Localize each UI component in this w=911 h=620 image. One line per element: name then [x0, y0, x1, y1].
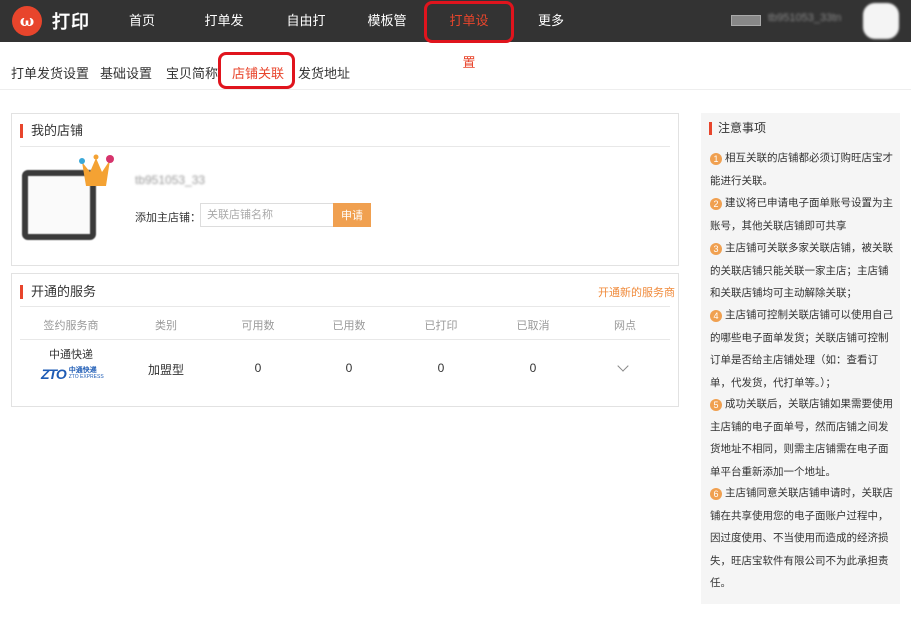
cancelled-count: 0 — [529, 361, 537, 375]
shop-name-input[interactable] — [200, 203, 334, 227]
zto-logo-mark: ZTO — [41, 366, 67, 382]
col-cancelled: 已取消 — [516, 320, 550, 332]
user-name[interactable]: tb951053_33tn — [768, 12, 841, 24]
col-provider: 签约服务商 — [43, 320, 99, 332]
logo-text: 打印 — [52, 12, 90, 32]
apply-button[interactable]: 申请 — [333, 203, 371, 227]
notice-item: 2 建议将已申请电子面单账号设置为主账号，其他关联店铺即可共享 — [710, 192, 897, 237]
subnav-ship-address[interactable]: 发货地址 — [298, 63, 350, 82]
nav-highlight-box — [424, 1, 514, 43]
zto-logo-cn: 中通快递 — [68, 367, 97, 374]
nav-more[interactable]: 更多 — [537, 0, 565, 42]
number-icon: 2 — [710, 198, 722, 210]
nav-free-print[interactable]: 自由打印 — [281, 0, 331, 70]
number-icon: 1 — [710, 153, 722, 165]
services-title: 开通的服务 — [20, 285, 96, 299]
open-new-provider-link[interactable]: 开通新的服务商 — [598, 284, 675, 300]
divider — [20, 306, 670, 307]
notice-item: 1 相互关联的店铺都必须订购旺店宝才能进行关联。 — [710, 147, 897, 192]
notice-item: 3 主店铺可关联多家关联店铺，被关联的关联店铺只能关联一家主店；主店铺和关联店铺均… — [710, 237, 897, 305]
shop-id: tb951053_33 — [135, 173, 206, 187]
col-used: 已用数 — [332, 320, 366, 332]
service-type: 加盟型 — [147, 363, 184, 377]
notice-text: 主店铺同意关联店铺申请时，关联店铺在共享使用您的电子面账户过程中，因过度使用、不… — [710, 487, 893, 589]
number-icon: 3 — [710, 243, 722, 255]
col-type: 类别 — [155, 320, 177, 332]
number-icon: 5 — [710, 399, 722, 411]
crown-icon — [79, 154, 114, 186]
notice-panel: 注意事项 1 相互关联的店铺都必须订购旺店宝才能进行关联。 2 建议将已申请电子面单… — [701, 113, 900, 604]
add-main-shop-label: 添加主店铺： — [135, 212, 201, 224]
subnav-highlight-box — [218, 52, 295, 89]
col-outlet: 网点 — [614, 320, 636, 332]
subnav-print-ship-settings[interactable]: 打单发货设置 — [11, 63, 89, 82]
number-icon: 6 — [710, 488, 722, 500]
nav-print-ship[interactable]: 打单发货 — [199, 0, 249, 70]
app-logo[interactable]: ω 打印 — [12, 6, 90, 36]
notice-text: 主店铺可控制关联店铺可以使用自己的哪些电子面单发货；关联店铺可控制订单是否给主店… — [710, 309, 893, 389]
notice-item: 4 主店铺可控制关联店铺可以使用自己的哪些电子面单发货；关联店铺可控制订单是否给主… — [710, 304, 897, 394]
notice-text: 建议将已申请电子面单账号设置为主账号，其他关联店铺即可共享 — [710, 197, 893, 232]
subnav-basic-settings[interactable]: 基础设置 — [100, 63, 152, 82]
notice-text: 相互关联的店铺都必须订购旺店宝才能进行关联。 — [710, 152, 893, 187]
col-available: 可用数 — [241, 320, 275, 332]
zto-logo-en: ZTO EXPRESS — [68, 374, 104, 380]
zto-logo: ZTO 中通快递 ZTO EXPRESS — [41, 366, 104, 382]
notice-item: 5 成功关联后，关联店铺如果需要使用主店铺的电子面单号，然而店铺之间发货地址不相同… — [710, 393, 897, 483]
available-count: 0 — [254, 361, 262, 375]
services-panel: 开通的服务 — [11, 273, 679, 407]
user-avatar[interactable] — [863, 3, 899, 39]
divider — [20, 146, 670, 147]
notice-title: 注意事项 — [709, 122, 766, 135]
subnav-item-alias[interactable]: 宝贝简称 — [166, 63, 218, 82]
provider-name: 中通快递 — [49, 349, 93, 361]
number-icon: 4 — [710, 310, 722, 322]
table-header-divider — [20, 339, 670, 340]
nav-template-manage[interactable]: 模板管理 — [362, 0, 412, 70]
user-badge-icon — [731, 15, 761, 26]
used-count: 0 — [345, 361, 353, 375]
notice-text: 主店铺可关联多家关联店铺，被关联的关联店铺只能关联一家主店；主店铺和关联店铺均可… — [710, 242, 893, 299]
printed-count: 0 — [437, 361, 445, 375]
top-navbar: ω 打印 首页 打单发货 自由打印 模板管理 打单设置 更多 tb951053_… — [0, 0, 911, 70]
col-printed: 已打印 — [424, 320, 458, 332]
my-shop-title: 我的店铺 — [20, 124, 83, 138]
notice-text: 成功关联后，关联店铺如果需要使用主店铺的电子面单号，然而店铺之间发货地址不相同，… — [710, 398, 893, 478]
notice-item: 6 主店铺同意关联店铺申请时，关联店铺在共享使用您的电子面账户过程中，因过度使用、… — [710, 482, 897, 595]
logo-icon: ω — [12, 6, 42, 36]
nav-home[interactable]: 首页 — [128, 0, 156, 42]
